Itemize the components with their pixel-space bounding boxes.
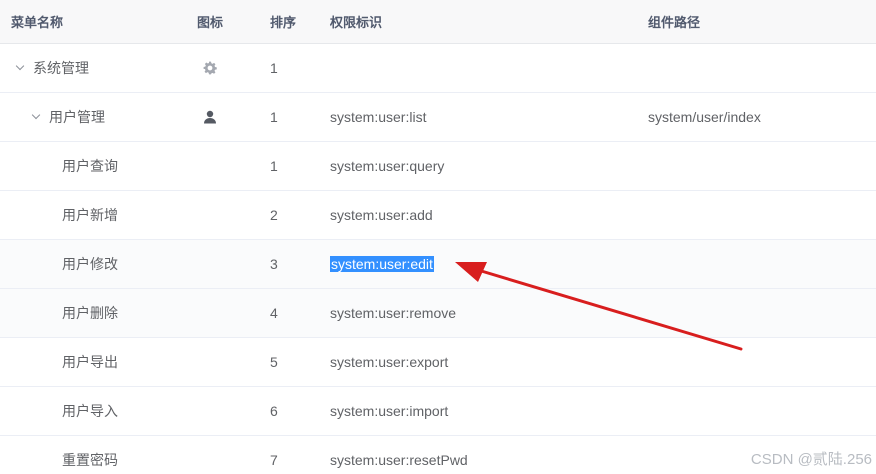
component-path-cell	[648, 44, 868, 92]
menu-icon-cell	[186, 240, 234, 288]
table-row[interactable]: 系统管理 1	[0, 44, 876, 93]
menu-name-label: 用户删除	[62, 305, 118, 321]
menu-name-label: 用户修改	[62, 256, 118, 272]
watermark: CSDN @贰陆.256	[750, 451, 872, 468]
menu-icon-cell	[186, 44, 234, 92]
menu-icon-cell	[186, 387, 234, 435]
component-path-cell	[648, 338, 868, 386]
permission-cell: system:user:import	[330, 403, 449, 419]
menu-icon-cell	[186, 191, 234, 239]
header-menu-name[interactable]: 菜单名称	[11, 0, 197, 43]
permission-cell	[330, 44, 630, 92]
menu-icon-cell	[186, 93, 234, 141]
chevron-down-icon[interactable]	[31, 110, 41, 120]
order-cell: 1	[270, 109, 278, 125]
menu-name-cell: 系统管理	[0, 44, 203, 92]
menu-name-label: 用户查询	[62, 158, 118, 174]
table-row[interactable]: 用户导出 5 system:user:export	[0, 338, 876, 387]
table-header: 菜单名称 图标 排序 权限标识 组件路径	[0, 0, 876, 44]
chevron-down-icon[interactable]	[15, 61, 25, 71]
header-order[interactable]: 排序	[270, 0, 320, 43]
table-row[interactable]: 用户删除 4 system:user:remove	[0, 289, 876, 338]
permission-cell: system:user:remove	[330, 305, 457, 321]
table-row[interactable]: 用户新增 2 system:user:add	[0, 191, 876, 240]
order-cell: 5	[270, 354, 278, 370]
permission-cell: system:user:list	[330, 109, 427, 125]
order-cell: 3	[270, 256, 278, 272]
menu-name-label: 用户导出	[62, 354, 118, 370]
permission-cell: system:user:resetPwd	[330, 452, 468, 468]
header-icon[interactable]: 图标	[186, 0, 234, 43]
menu-icon-cell	[186, 289, 234, 337]
menu-name-label: 用户新增	[62, 207, 118, 223]
menu-name-label: 系统管理	[33, 60, 89, 76]
user-icon	[204, 110, 216, 124]
table-row[interactable]: 用户导入 6 system:user:import	[0, 387, 876, 436]
component-path-cell	[648, 289, 868, 337]
menu-name-label: 用户管理	[49, 109, 105, 125]
component-path-cell	[648, 191, 868, 239]
gear-icon	[203, 61, 217, 75]
header-permission[interactable]: 权限标识	[330, 0, 630, 43]
order-cell: 4	[270, 305, 278, 321]
order-cell: 1	[270, 60, 278, 76]
header-component-path[interactable]: 组件路径	[648, 0, 868, 43]
menu-icon-cell	[186, 436, 234, 474]
table-row[interactable]: 用户查询 1 system:user:query	[0, 142, 876, 191]
selected-permission-text[interactable]: system:user:edit	[330, 256, 434, 272]
component-path-cell	[648, 240, 868, 288]
menu-icon-cell	[186, 142, 234, 190]
permission-cell: system:user:export	[330, 354, 449, 370]
table-row[interactable]: 重置密码 7 system:user:resetPwd	[0, 436, 876, 474]
order-cell: 2	[270, 207, 278, 223]
table-row[interactable]: 用户修改 3 system:user:edit	[0, 240, 876, 289]
component-path-cell	[648, 387, 868, 435]
component-path-cell: system/user/index	[648, 109, 761, 125]
table-row[interactable]: 用户管理 1 system:user:list system/user/inde…	[0, 93, 876, 142]
order-cell: 7	[270, 452, 278, 468]
permission-cell: system:user:add	[330, 207, 433, 223]
permission-cell: system:user:query	[330, 158, 445, 174]
menu-icon-cell	[186, 338, 234, 386]
order-cell: 6	[270, 403, 278, 419]
component-path-cell	[648, 142, 868, 190]
menu-name-label: 用户导入	[62, 403, 118, 419]
permission-cell: system:user:edit	[330, 240, 630, 288]
order-cell: 1	[270, 158, 278, 174]
menu-name-label: 重置密码	[62, 452, 118, 468]
